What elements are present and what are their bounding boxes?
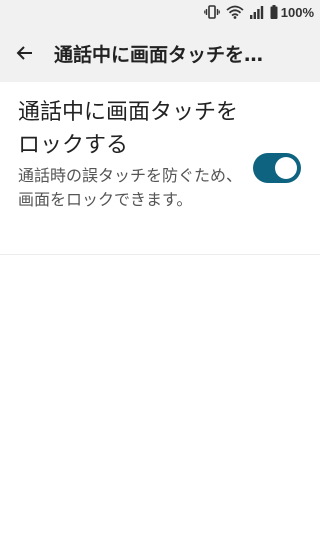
arrow-back-icon <box>16 46 32 60</box>
setting-title: 通話中に画面タッチをロックする <box>18 100 239 158</box>
signal-icon <box>249 5 264 19</box>
lock-screen-toggle[interactable] <box>253 153 301 183</box>
status-bar: 100% <box>0 0 320 24</box>
page-title: 通話中に画面タッチを… <box>54 43 264 66</box>
app-bar: 通話中に画面タッチを… <box>0 24 320 82</box>
battery-icon <box>270 5 278 19</box>
wifi-icon <box>226 5 244 19</box>
vibrate-icon <box>203 5 220 19</box>
setting-summary: 通話時の誤タッチを防ぐため、画面をロックできます。 <box>18 166 243 209</box>
battery-percentage: 100% <box>280 4 314 20</box>
setting-row-lock-screen-during-call[interactable]: 通話中に画面タッチをロックする 通話時の誤タッチを防ぐため、画面をロックできます… <box>0 82 320 255</box>
back-button[interactable] <box>0 24 50 82</box>
toggle-knob <box>275 157 297 179</box>
